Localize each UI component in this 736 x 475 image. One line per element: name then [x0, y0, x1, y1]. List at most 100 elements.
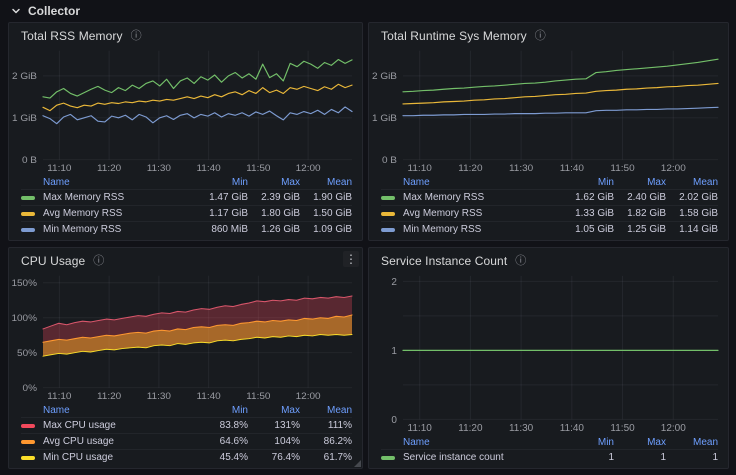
legend-header-max[interactable]: Max [248, 177, 300, 188]
info-icon[interactable]: ⓘ [535, 30, 546, 42]
legend-header-mean[interactable]: Mean [300, 177, 352, 188]
legend-row: Max Memory RSS 1.62 GiB 2.40 GiB 2.02 GiB [381, 189, 718, 205]
legend-series-name[interactable]: Max Memory RSS [381, 192, 562, 203]
x-tick-label: 12:00 [661, 163, 687, 174]
legend-series-name[interactable]: Min Memory RSS [381, 224, 562, 235]
legend-row: Max CPU usage 83.8% 131% 111% [21, 417, 352, 433]
row-title: Collector [28, 4, 81, 18]
legend-mean-value: 111% [327, 420, 352, 431]
legend-header-mean[interactable]: Mean [300, 405, 352, 416]
x-tick-label: 11:40 [197, 391, 222, 402]
info-icon[interactable]: ⓘ [131, 30, 142, 42]
legend-header: Name Min Max Mean [381, 175, 718, 189]
x-tick-label: 11:40 [197, 163, 222, 174]
legend-series-name[interactable]: Min Memory RSS [21, 224, 196, 235]
total-runtime-sys-memory-chart[interactable]: 0 B 1 GiB 2 GiB 11:10 11:20 11:30 11:40 11:50 12… [369, 45, 728, 175]
series-line [402, 82, 719, 105]
panel-resize-handle[interactable] [354, 460, 361, 467]
info-icon[interactable]: ⓘ [515, 255, 526, 267]
total-rss-memory-chart[interactable]: 0 B 1 GiB 2 GiB 11:10 11:20 11:30 11:40 11:50 12… [9, 45, 362, 175]
legend-max-value: 1.25 GiB [627, 224, 666, 235]
legend-header-name[interactable]: Name [21, 177, 196, 188]
chevron-down-icon [12, 8, 20, 14]
y-tick-label: 100% [11, 313, 37, 324]
legend-row: Avg Memory RSS 1.33 GiB 1.82 GiB 1.58 GiB [381, 205, 718, 221]
panel-total-rss-memory: Total RSS Memory ⓘ 0 B 1 GiB 2 GiB 11:10 11:… [8, 22, 363, 241]
x-tick-label: 12:00 [296, 391, 322, 402]
legend-min-value: 1.33 GiB [575, 208, 614, 219]
legend-max-value: 104% [274, 436, 300, 447]
y-tick-label: 0 B [382, 155, 397, 166]
panel-title: Total RSS Memory [21, 29, 123, 43]
y-tick-label: 2 GiB [12, 71, 37, 82]
series-line [42, 83, 353, 112]
info-icon[interactable]: ⓘ [93, 255, 104, 267]
legend-row: Avg CPU usage 64.6% 104% 86.2% [21, 433, 352, 449]
legend-series-name[interactable]: Max CPU usage [21, 420, 196, 431]
legend-header-min[interactable]: Min [562, 177, 614, 188]
legend-header: Name Min Max Mean [381, 435, 718, 449]
y-tick-label: 1 GiB [372, 113, 397, 124]
x-tick-label: 12:00 [661, 423, 687, 434]
legend-max-value: 2.39 GiB [261, 192, 300, 203]
legend-total-rss-memory: Name Min Max Mean Max Memory RSS 1.47 GiB 2.39… [9, 175, 362, 240]
series-color-swatch [21, 195, 35, 200]
legend-header-max[interactable]: Max [614, 437, 666, 448]
series-color-swatch [381, 455, 395, 460]
legend-mean-value: 1.14 GiB [679, 224, 718, 235]
legend-row: Avg Memory RSS 1.17 GiB 1.80 GiB 1.50 GiB [21, 205, 352, 221]
panel-header[interactable]: Total RSS Memory ⓘ [9, 23, 362, 45]
service-instance-count-chart[interactable]: 0 1 2 11:10 11:20 11:30 11:40 11:50 12:00 [369, 270, 728, 435]
legend-series-name[interactable]: Service instance count [381, 452, 562, 463]
series-line [42, 58, 353, 99]
panel-header[interactable]: Service Instance Count ⓘ [369, 248, 728, 270]
legend-row: Min Memory RSS 860 MiB 1.26 GiB 1.09 GiB [21, 221, 352, 237]
series-color-swatch [21, 423, 35, 428]
legend-series-name[interactable]: Min CPU usage [21, 452, 196, 463]
legend-header-min[interactable]: Min [196, 177, 248, 188]
legend-header-mean[interactable]: Mean [666, 437, 718, 448]
legend-series-name[interactable]: Avg Memory RSS [21, 208, 196, 219]
legend-header-name[interactable]: Name [21, 405, 196, 416]
panel-header[interactable]: CPU Usage ⓘ [9, 248, 362, 270]
legend-header-name[interactable]: Name [381, 437, 562, 448]
series-line [402, 106, 719, 117]
legend-mean-value: 61.7% [323, 452, 352, 463]
legend-max-value: 131% [274, 420, 300, 431]
legend-series-name[interactable]: Max Memory RSS [21, 192, 196, 203]
panel-menu-icon[interactable]: ⋮ [343, 251, 359, 267]
panel-header[interactable]: Total Runtime Sys Memory ⓘ [369, 23, 728, 45]
legend-header-mean[interactable]: Mean [666, 177, 718, 188]
y-tick-label: 150% [11, 278, 37, 289]
series-color-swatch [21, 211, 35, 216]
legend-total-runtime-sys-memory: Name Min Max Mean Max Memory RSS 1.62 GiB 2.40… [369, 175, 728, 240]
cpu-usage-chart[interactable]: 0% 50% 100% 150% 11:10 11:20 11:30 11:40 11:50 12… [9, 270, 362, 403]
row-header-collector[interactable]: Collector [0, 0, 736, 22]
x-tick-label: 11:20 [458, 163, 483, 174]
x-tick-label: 11:30 [509, 163, 534, 174]
y-tick-label: 0 B [22, 155, 37, 166]
legend-header-name[interactable]: Name [381, 177, 562, 188]
legend-service-instance-count: Name Min Max Mean Service instance count 1 1 1 [369, 435, 728, 468]
legend-header-max[interactable]: Max [248, 405, 300, 416]
y-tick-label: 1 GiB [12, 113, 37, 124]
legend-mean-value: 1.09 GiB [313, 224, 352, 235]
legend-header-max[interactable]: Max [614, 177, 666, 188]
legend-header-min[interactable]: Min [196, 405, 248, 416]
legend-min-value: 1 [608, 452, 614, 463]
y-tick-label: 0% [23, 383, 38, 394]
series-color-swatch [381, 195, 395, 200]
legend-header-min[interactable]: Min [562, 437, 614, 448]
legend-min-value: 1.17 GiB [209, 208, 248, 219]
legend-header: Name Min Max Mean [21, 175, 352, 189]
x-tick-label: 11:20 [97, 163, 122, 174]
legend-row: Min Memory RSS 1.05 GiB 1.25 GiB 1.14 GiB [381, 221, 718, 237]
x-tick-label: 11:10 [47, 163, 72, 174]
x-tick-label: 11:40 [560, 423, 585, 434]
series-color-swatch [21, 439, 35, 444]
series-color-swatch [21, 227, 35, 232]
x-tick-label: 11:50 [610, 163, 635, 174]
legend-series-name[interactable]: Avg Memory RSS [381, 208, 562, 219]
x-tick-label: 11:30 [509, 423, 534, 434]
legend-series-name[interactable]: Avg CPU usage [21, 436, 196, 447]
